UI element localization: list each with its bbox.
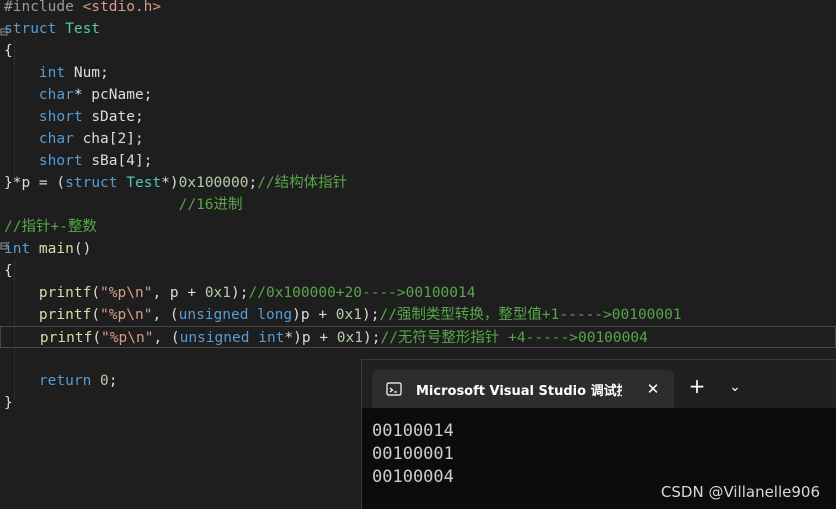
code-token: //指针+-整数 <box>4 219 97 235</box>
code-token: *p = ( <box>12 175 66 191</box>
code-token: *) <box>161 175 179 191</box>
code-token: 0x1 <box>336 330 363 346</box>
code-line[interactable]: short sBa[4]; <box>0 150 836 172</box>
code-line[interactable]: { <box>0 40 836 62</box>
code-line[interactable]: struct Test <box>0 18 836 40</box>
code-token: int <box>38 65 74 81</box>
terminal-icon <box>386 382 402 396</box>
code-line[interactable]: { <box>0 260 836 282</box>
code-token: } <box>4 175 13 191</box>
code-token: ( <box>91 307 101 323</box>
code-token: 0 <box>100 373 109 389</box>
code-token: ); <box>231 285 249 301</box>
code-token: sBa[4]; <box>91 153 153 169</box>
code-token: { <box>4 43 13 59</box>
code-line[interactable]: int main() <box>0 238 836 260</box>
code-line[interactable]: //16进制 <box>0 194 836 216</box>
close-tab-icon[interactable]: ✕ <box>642 378 664 400</box>
code-token: <stdio.h> <box>82 0 162 15</box>
code-token: , ( <box>152 307 179 323</box>
console-output-line: 00100014 <box>372 421 454 441</box>
code-line[interactable]: int Num; <box>0 62 836 84</box>
code-line[interactable]: char* pcName; <box>0 84 836 106</box>
code-line[interactable]: #include <stdio.h> <box>0 0 836 18</box>
code-token: } <box>4 395 13 411</box>
code-token: struct <box>65 175 127 191</box>
code-line[interactable]: char cha[2]; <box>0 128 836 150</box>
code-token: printf <box>38 285 92 301</box>
code-token: //16进制 <box>178 197 243 213</box>
code-token: , p + <box>152 285 205 301</box>
code-token: //0x100000+20---->00100014 <box>248 285 476 301</box>
code-token: Test <box>126 175 162 191</box>
code-token: unsigned long <box>178 307 293 323</box>
code-token: { <box>4 263 13 279</box>
code-token: short <box>38 109 92 125</box>
code-line[interactable]: }*p = (struct Test*)0x100000;//结构体指针 <box>0 172 836 194</box>
console-tab-bar: Microsoft Visual Studio 调试控制台 ✕ + ⌄ <box>362 360 836 408</box>
code-token: printf <box>38 307 92 323</box>
code-token: char <box>38 87 74 103</box>
console-output-line: 00100001 <box>372 444 454 464</box>
code-token: () <box>73 241 92 257</box>
code-token: "%p\n" <box>100 285 153 301</box>
code-token: ( <box>92 330 102 346</box>
code-token: "%p\n" <box>100 307 153 323</box>
code-token: ); <box>362 307 380 323</box>
code-token: printf <box>39 330 93 346</box>
code-line[interactable]: printf("%p\n", (unsigned long)p + 0x1);/… <box>0 304 836 326</box>
code-token: ; <box>108 373 118 389</box>
code-token: *)p + <box>284 330 337 346</box>
code-token: Test <box>65 21 101 37</box>
code-token: 0x1 <box>335 307 362 323</box>
code-line[interactable]: short sDate; <box>0 106 836 128</box>
code-token: //强制类型转换，整型值+1----->00100001 <box>379 307 682 323</box>
code-token: //结构体指针 <box>257 175 348 191</box>
code-token: ( <box>91 285 101 301</box>
code-token: )p + <box>292 307 336 323</box>
code-token: * pcName; <box>73 87 153 103</box>
code-token: Num; <box>73 65 109 81</box>
code-line[interactable]: //指针+-整数 <box>0 216 836 238</box>
new-tab-button[interactable]: + <box>686 375 708 397</box>
code-token: 0x100000 <box>178 175 249 191</box>
console-tab-title: Microsoft Visual Studio 调试控制台 <box>416 384 622 398</box>
code-token: short <box>38 153 92 169</box>
console-tab[interactable]: Microsoft Visual Studio 调试控制台 ✕ <box>372 370 674 408</box>
code-token: ; <box>248 175 258 191</box>
code-token: return <box>38 373 101 389</box>
code-token: //无符号整形指针 +4----->00100004 <box>380 330 648 346</box>
code-token: ); <box>363 330 381 346</box>
chevron-down-icon[interactable]: ⌄ <box>724 376 746 398</box>
code-token: char <box>38 131 83 147</box>
csdn-watermark: CSDN @Villanelle906 <box>660 483 820 501</box>
code-token: unsigned int <box>179 330 285 346</box>
code-token: , ( <box>153 330 180 346</box>
code-token: main <box>38 241 74 257</box>
code-token: sDate; <box>91 109 144 125</box>
code-line[interactable]: printf("%p\n", (unsigned int*)p + 0x1);/… <box>0 326 836 348</box>
code-line[interactable]: printf("%p\n", p + 0x1);//0x100000+20---… <box>0 282 836 304</box>
code-token: cha[2]; <box>82 131 144 147</box>
code-token: 0x1 <box>204 285 232 301</box>
code-token: int <box>4 241 39 257</box>
code-token: struct <box>4 21 66 37</box>
code-token: #include <box>4 0 83 15</box>
console-output-line: 00100004 <box>372 467 454 487</box>
code-token: "%p\n" <box>101 330 154 346</box>
